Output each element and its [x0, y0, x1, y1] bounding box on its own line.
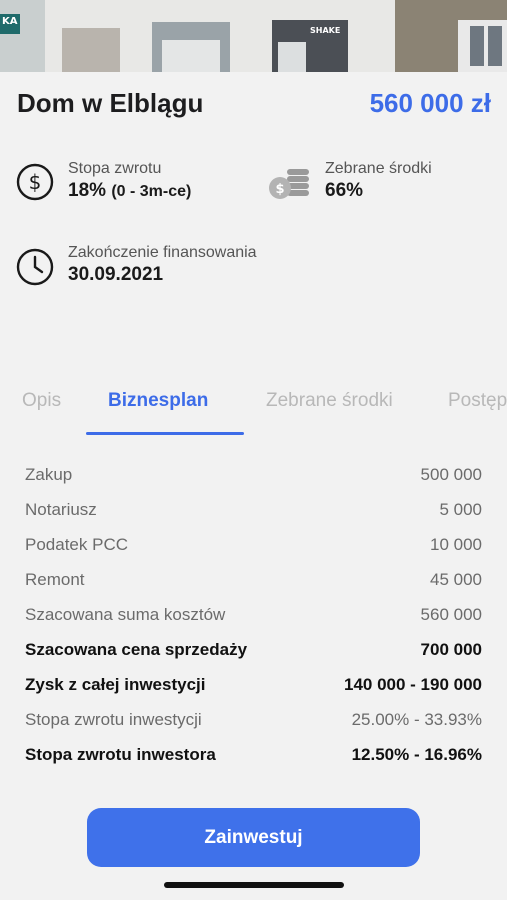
stat-raised: Zebrane środki 66% — [325, 160, 432, 202]
stat-return-label: Stopa zwrotu — [68, 160, 162, 177]
plan-row-label: Zysk z całej inwestycji — [25, 675, 206, 694]
plan-row: Stopa zwrotu inwestora 12.50% - 16.96% — [25, 739, 482, 774]
stat-return-period: (0 - 3m-ce) — [111, 183, 192, 200]
svg-text:$: $ — [29, 170, 42, 194]
stat-end-value: 30.09.2021 — [68, 264, 164, 285]
plan-row-label: Stopa zwrotu inwestycji — [25, 710, 202, 729]
plan-row-value: 500 000 — [420, 465, 482, 484]
stat-end-label: Zakończenie finansowania — [68, 244, 257, 261]
dollar-circle-icon: $ — [16, 163, 54, 201]
tab-postep[interactable]: Postęp — [448, 390, 507, 412]
stat-raised-value: 66% — [325, 180, 364, 201]
stat-return: Stopa zwrotu 18% (0 - 3m-ce) — [68, 160, 191, 202]
plan-row-label: Stopa zwrotu inwestora — [25, 745, 216, 764]
plan-row-label: Remont — [25, 570, 85, 589]
invest-button[interactable]: Zainwestuj — [87, 808, 420, 867]
listing-title: Dom w Elblągu — [17, 88, 204, 118]
stat-end-date: Zakończenie finansowania 30.09.2021 — [68, 244, 257, 286]
plan-row-value: 10 000 — [430, 535, 482, 554]
plan-row: Szacowana cena sprzedaży 700 000 — [25, 634, 482, 669]
tab-biznesplan[interactable]: Biznesplan — [108, 390, 208, 412]
plan-row-label: Szacowana cena sprzedaży — [25, 640, 248, 659]
plan-row: Notariusz 5 000 — [25, 494, 482, 529]
plan-row: Podatek PCC 10 000 — [25, 529, 482, 564]
tab-opis[interactable]: Opis — [22, 390, 61, 412]
plan-row: Stopa zwrotu inwestycji 25.00% - 33.93% — [25, 704, 482, 739]
listing-price: 560 000 zł — [369, 88, 491, 118]
listing-photo: KA SHAKE — [0, 0, 507, 72]
plan-row-value: 5 000 — [439, 500, 482, 519]
photo-sign-left: KA — [2, 16, 18, 27]
photo-sign-right: SHAKE — [310, 26, 341, 35]
plan-row-label: Zakup — [25, 465, 73, 484]
svg-text:$: $ — [275, 182, 284, 197]
clock-icon — [16, 248, 54, 286]
plan-row-value: 560 000 — [420, 605, 482, 624]
coin-stack-icon: $ — [269, 169, 309, 199]
stat-return-value: 18% (0 - 3m-ce) — [68, 180, 191, 202]
plan-row-label: Szacowana suma kosztów — [25, 605, 226, 624]
stat-return-percent: 18% — [68, 180, 107, 201]
plan-row: Zysk z całej inwestycji 140 000 - 190 00… — [25, 669, 482, 704]
tab-bar: Opis Biznesplan Zebrane środki Postęp — [0, 380, 507, 436]
plan-row: Zakup 500 000 — [25, 459, 482, 494]
plan-row-value: 700 000 — [420, 640, 482, 659]
plan-row-value: 25.00% - 33.93% — [351, 710, 482, 729]
tab-zebrane-srodki[interactable]: Zebrane środki — [266, 390, 393, 412]
plan-row-value: 140 000 - 190 000 — [343, 675, 482, 694]
plan-row-value: 45 000 — [430, 570, 482, 589]
plan-row-label: Podatek PCC — [25, 535, 128, 554]
active-tab-indicator — [86, 432, 244, 435]
stat-raised-label: Zebrane środki — [325, 160, 432, 177]
home-indicator[interactable] — [164, 882, 344, 888]
business-plan-table: Zakup 500 000 Notariusz 5 000 Podatek PC… — [25, 459, 482, 774]
plan-row-label: Notariusz — [25, 500, 97, 519]
plan-row: Szacowana suma kosztów 560 000 — [25, 599, 482, 634]
plan-row: Remont 45 000 — [25, 564, 482, 599]
plan-row-value: 12.50% - 16.96% — [351, 745, 482, 764]
